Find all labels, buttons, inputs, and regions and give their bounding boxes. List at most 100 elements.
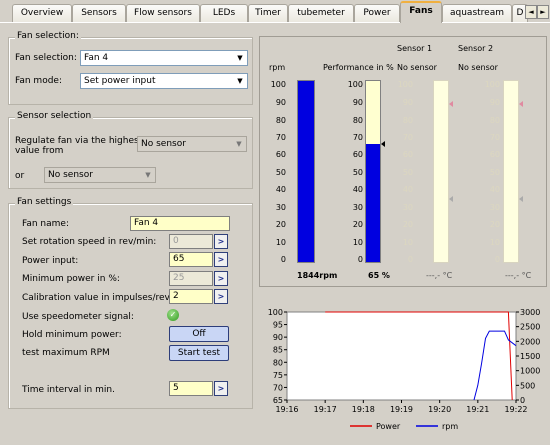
performance-tick: 100 [347, 80, 363, 89]
x-tick-label: 19:20 [428, 405, 451, 414]
rotation-speed-button[interactable]: > [214, 234, 228, 249]
fan-selection-dropdown[interactable]: Fan 4 ▼ [80, 50, 248, 66]
sensor2-tick: 0 [494, 255, 500, 264]
speedometer-label: Use speedometer signal: [22, 312, 134, 322]
sensor1-tick: 40 [402, 185, 413, 194]
sensor1-tick: 30 [402, 203, 413, 212]
sensor1-tick: 80 [402, 116, 413, 125]
sensor2-tick: 40 [489, 185, 500, 194]
hold-minimum-toggle-button[interactable]: Off [169, 326, 229, 342]
x-tick-label: 19:18 [352, 405, 375, 414]
tab-leds[interactable]: LEDs [200, 4, 248, 22]
chevron-down-icon: ▼ [237, 54, 243, 62]
performance-tick: 50 [352, 168, 363, 177]
performance-tick: 0 [357, 255, 363, 264]
rotation-speed-label: Set rotation speed in rev/min: [22, 237, 157, 247]
performance-tick: 80 [352, 116, 363, 125]
sensor2-tick: 10 [489, 238, 500, 247]
sensor2-dropdown[interactable]: No sensor ▼ [44, 167, 156, 183]
rotation-speed-input[interactable]: 0 [169, 234, 213, 249]
sensor1-tick: 90 [402, 98, 413, 107]
performance-tick: 30 [352, 203, 363, 212]
sensor1-dropdown[interactable]: No sensor ▼ [137, 136, 247, 152]
sensor1-status: No sensor [397, 63, 437, 72]
power-input-field[interactable]: 65 [169, 252, 213, 267]
y-left-tick-label: 100 [268, 308, 283, 317]
y-right-tick-label: 3000 [520, 308, 540, 317]
legend-label-power: Power [376, 422, 401, 431]
y-left-tick-label: 75 [273, 371, 283, 380]
fan-selection-value: Fan 4 [84, 53, 109, 63]
test-max-rpm-label: test maximum RPM [22, 348, 110, 358]
rpm-tick: 40 [275, 185, 286, 194]
history-chart: 19:16 19:17 19:18 19:19 19:20 19:21 19:22 100 95… [260, 296, 548, 442]
rpm-tick: 70 [275, 133, 286, 142]
fan-mode-label: Fan mode: [15, 76, 62, 86]
performance-header: Performance in % [323, 63, 394, 72]
sensor2-header: Sensor 2 [458, 44, 494, 53]
tab-overview[interactable]: Overview [12, 4, 72, 22]
fan-name-label: Fan name: [22, 219, 69, 229]
tab-fans[interactable]: Fans [400, 1, 442, 23]
y-left-tick-label: 70 [273, 383, 283, 392]
tab-scroll-right-button[interactable]: ► [537, 5, 549, 19]
sensor2-tick: 80 [489, 116, 500, 125]
history-chart-svg: 19:16 19:17 19:18 19:19 19:20 19:21 19:22 100 95… [268, 308, 541, 431]
time-interval-button[interactable]: > [214, 381, 228, 396]
sensor1-tick: 20 [402, 220, 413, 229]
rpm-tick: 10 [275, 238, 286, 247]
sensor2-tick: 50 [489, 168, 500, 177]
tab-bar: Overview Sensors Flow sensors LEDs Timer… [0, 0, 550, 23]
performance-value: 65 % [368, 271, 390, 280]
sensor1-upper-marker-icon[interactable] [449, 101, 453, 107]
minimum-power-input[interactable]: 25 [169, 271, 213, 286]
start-test-button[interactable]: Start test [169, 345, 229, 361]
chevron-down-icon: ▼ [236, 140, 242, 148]
sensor1-header: Sensor 1 [397, 44, 433, 53]
sensor2-lower-marker-icon[interactable] [519, 196, 523, 202]
x-tick-label: 19:19 [390, 405, 413, 414]
tab-sensors[interactable]: Sensors [72, 4, 126, 22]
tab-page-border [0, 22, 550, 23]
sensor1-bar [433, 80, 449, 263]
tab-flow-sensors[interactable]: Flow sensors [126, 4, 200, 22]
sensor1-tick: 0 [407, 255, 413, 264]
or-label: or [15, 171, 25, 181]
minimum-power-button[interactable]: > [214, 271, 228, 286]
calibration-input[interactable]: 2 [169, 289, 213, 304]
sensor2-value: No sensor [48, 170, 93, 180]
time-interval-input[interactable]: 5 [169, 381, 213, 396]
power-input-button[interactable]: > [214, 252, 228, 267]
y-right-tick-label: 500 [520, 381, 535, 390]
fan-name-input[interactable]: Fan 4 [130, 216, 230, 231]
y-right-tick-label: 0 [520, 396, 525, 405]
fan-mode-dropdown[interactable]: Set power input ▼ [80, 73, 248, 89]
rpm-header: rpm [269, 63, 286, 72]
rpm-tick: 0 [280, 255, 286, 264]
speedometer-checkmark-icon[interactable]: ✓ [167, 309, 179, 321]
rpm-tick: 30 [275, 203, 286, 212]
x-tick-label: 19:21 [466, 405, 489, 414]
tab-power[interactable]: Power [354, 4, 400, 22]
sensor1-lower-marker-icon[interactable] [449, 196, 453, 202]
rpm-tick: 20 [275, 220, 286, 229]
sensor1-tick: 60 [402, 150, 413, 159]
sensor2-upper-marker-icon[interactable] [519, 101, 523, 107]
tab-aquastream[interactable]: aquastream [442, 4, 512, 22]
calibration-label: Calibration value in impulses/rev: [22, 293, 173, 303]
tab-scroll-left-button[interactable]: ◄ [525, 5, 537, 19]
performance-tick: 70 [352, 133, 363, 142]
sensor1-tick: 100 [397, 80, 413, 89]
calibration-button[interactable]: > [214, 289, 228, 304]
y-left-tick-label: 85 [273, 346, 283, 355]
y-right-tick-label: 2500 [520, 323, 540, 332]
tab-timer[interactable]: Timer [248, 4, 288, 22]
sensor2-tick: 30 [489, 203, 500, 212]
tab-tubemeter[interactable]: tubemeter [288, 4, 354, 22]
rpm-tick: 100 [270, 80, 286, 89]
regulate-label-line1: Regulate fan via the highest [15, 136, 143, 146]
performance-marker-icon[interactable] [381, 141, 385, 147]
fan-selection-label: Fan selection: [15, 53, 77, 63]
performance-tick: 10 [352, 238, 363, 247]
time-interval-label: Time interval in min. [22, 385, 115, 395]
